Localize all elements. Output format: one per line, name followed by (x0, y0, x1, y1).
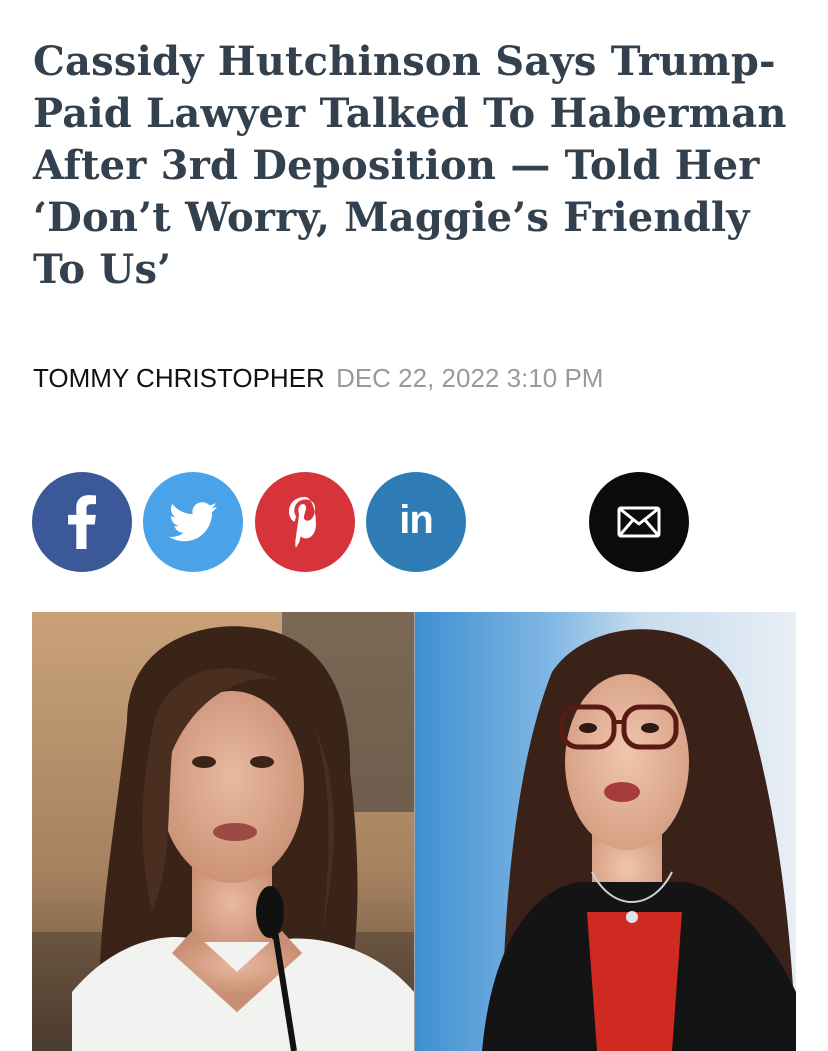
facebook-icon (67, 495, 97, 549)
article-headline: Cassidy Hutchinson Says Trump-Paid Lawye… (33, 38, 787, 293)
twitter-icon (169, 502, 217, 542)
byline: TOMMY CHRISTOPHER DEC 22, 2022 3:10 PM (33, 362, 603, 394)
pinterest-icon (285, 494, 325, 550)
email-share-button[interactable] (589, 472, 689, 572)
publish-date: DEC 22, 2022 3:10 PM (336, 363, 604, 393)
author-name[interactable]: TOMMY CHRISTOPHER (33, 363, 325, 393)
left-photo-panel (32, 612, 414, 1051)
pinterest-share-button[interactable] (255, 472, 355, 572)
article: Cassidy Hutchinson Says Trump-Paid Lawye… (0, 0, 828, 1051)
envelope-icon (617, 506, 661, 538)
right-photo-panel (415, 612, 796, 1051)
article-hero-image (32, 612, 796, 1051)
twitter-share-button[interactable] (143, 472, 243, 572)
linkedin-icon: in (399, 497, 434, 542)
facebook-share-button[interactable] (32, 472, 132, 572)
linkedin-share-button[interactable]: in (366, 472, 466, 572)
